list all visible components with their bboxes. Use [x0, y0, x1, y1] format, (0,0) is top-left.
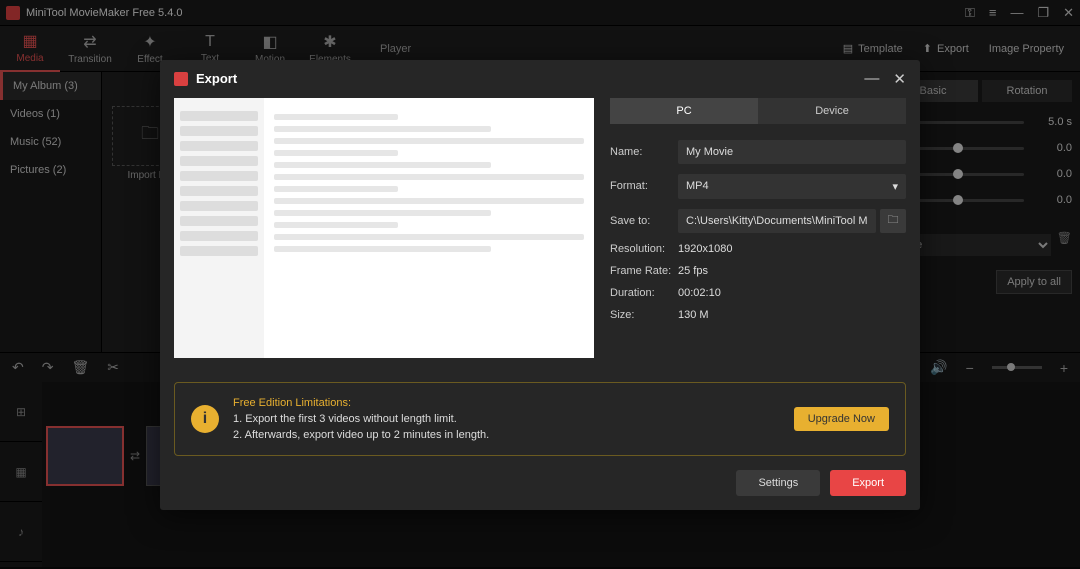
resolution-value: 1920x1080	[678, 243, 732, 255]
upgrade-now-button[interactable]: Upgrade Now	[794, 407, 889, 431]
settings-button[interactable]: Settings	[736, 470, 820, 496]
saveto-label: Save to:	[610, 215, 678, 227]
modal-minimize-icon[interactable]: —	[864, 70, 879, 87]
export-tab-pc[interactable]: PC	[610, 98, 758, 124]
export-dialog: Export — ✕ PC Device Name: Forma	[160, 60, 920, 510]
duration-label: Duration:	[610, 287, 678, 299]
chevron-down-icon: ▾	[892, 180, 898, 193]
export-tab-device[interactable]: Device	[758, 98, 906, 124]
modal-title: Export	[196, 71, 850, 86]
modal-close-icon[interactable]: ✕	[893, 70, 906, 88]
limitations-line1: 1. Export the first 3 videos without len…	[233, 411, 489, 427]
export-preview	[174, 98, 594, 358]
format-select[interactable]: MP4▾	[678, 174, 906, 199]
duration-value: 00:02:10	[678, 287, 721, 299]
size-value: 130 M	[678, 309, 709, 321]
resolution-label: Resolution:	[610, 243, 678, 255]
name-label: Name:	[610, 146, 678, 158]
limitations-notice: i Free Edition Limitations: 1. Export th…	[174, 382, 906, 456]
browse-button[interactable]: 🗀	[880, 209, 906, 233]
limitations-line2: 2. Afterwards, export video up to 2 minu…	[233, 427, 489, 443]
export-confirm-button[interactable]: Export	[830, 470, 906, 496]
size-label: Size:	[610, 309, 678, 321]
name-input[interactable]	[678, 140, 906, 164]
format-label: Format:	[610, 180, 678, 192]
limitations-title: Free Edition Limitations:	[233, 395, 489, 411]
modal-logo	[174, 72, 188, 86]
framerate-label: Frame Rate:	[610, 265, 678, 277]
info-icon: i	[191, 405, 219, 433]
modal-overlay: Export — ✕ PC Device Name: Forma	[0, 0, 1080, 569]
framerate-value: 25 fps	[678, 265, 708, 277]
saveto-input[interactable]	[678, 209, 876, 233]
folder-icon: 🗀	[888, 211, 899, 230]
